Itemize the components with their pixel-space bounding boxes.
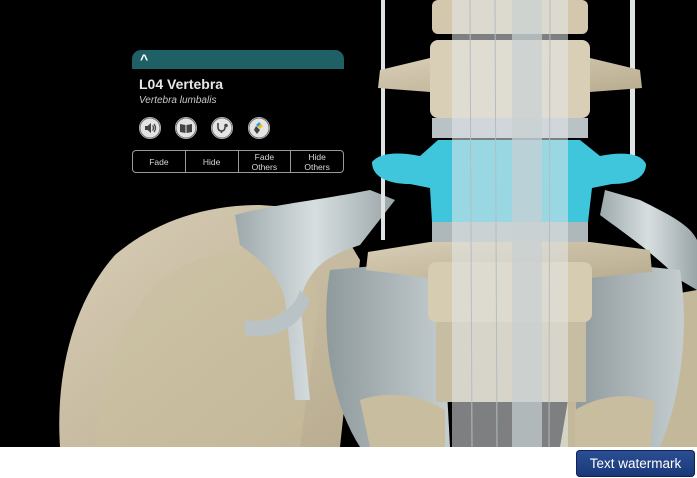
text-watermark-button[interactable]: Text watermark — [576, 450, 695, 477]
hide-others-button-label: Hide Others — [304, 151, 330, 172]
fade-others-button-label: Fade Others — [251, 151, 278, 172]
speaker-icon[interactable] — [139, 117, 161, 139]
structure-title: L04 Vertebra — [139, 76, 224, 92]
hide-button-label: Hide — [202, 156, 221, 167]
collapse-panel-button[interactable]: ^ — [140, 51, 148, 67]
anatomy-viewport[interactable]: ^ L04 Vertebra Vertebra lumbalis Fade Hi… — [0, 0, 697, 447]
book-icon[interactable] — [175, 117, 197, 139]
anterior-longitudinal-ligament[interactable] — [452, 0, 568, 447]
fade-button-label: Fade — [149, 156, 169, 167]
structure-latin-name: Vertebra lumbalis — [139, 95, 217, 106]
ligament-string-left — [381, 0, 385, 240]
hide-button[interactable]: Hide — [186, 151, 239, 172]
fade-others-button[interactable]: Fade Others — [239, 151, 292, 172]
ligament-center-band — [512, 0, 542, 447]
anatomy-3d-scene[interactable] — [0, 0, 697, 447]
stethoscope-icon[interactable] — [211, 117, 233, 139]
panel-header[interactable]: ^ — [132, 50, 344, 69]
fade-button[interactable]: Fade — [133, 151, 186, 172]
color-palette-icon[interactable] — [248, 117, 270, 139]
panel-icon-row — [132, 117, 344, 143]
structure-info-panel: ^ L04 Vertebra Vertebra lumbalis Fade Hi… — [132, 50, 344, 173]
hide-others-button[interactable]: Hide Others — [291, 151, 343, 172]
ligament-string-right — [630, 0, 635, 180]
visibility-actions: Fade Hide Fade Others Hide Others — [132, 150, 344, 173]
text-watermark-label: Text watermark — [589, 456, 682, 471]
